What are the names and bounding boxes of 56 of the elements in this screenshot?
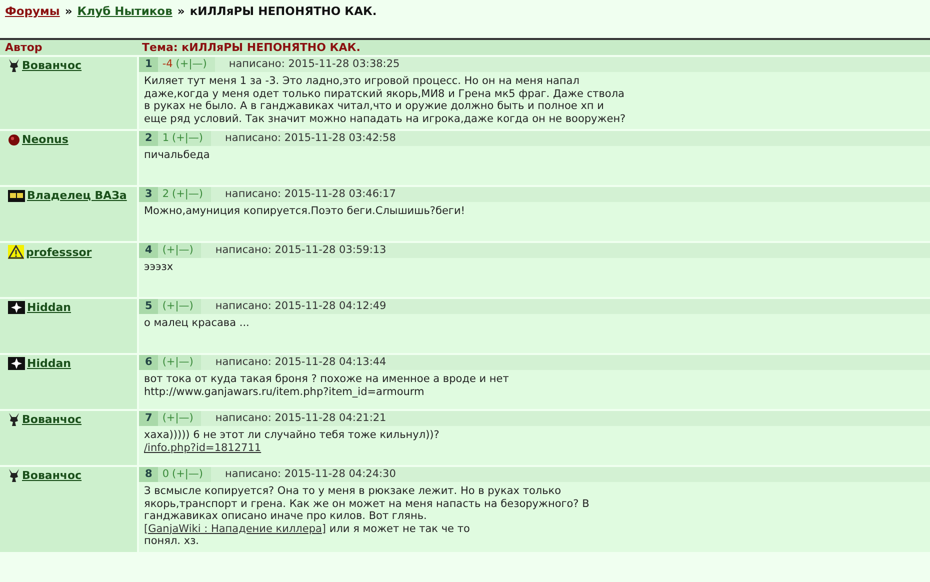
post-text: Киляет тут меня 1 за -3. Это ладно,это игровой процесс. Но он на меня напал даже,когда у меня одет только пиратский якорь,МИ8 и Грена мк5 фраг. Даже ствола в руках не было. А в ганджавиках читал,что и оружие должно быть и полное хп и еще ряд условий. Так значит можно нападать на игрока,даже когда он не вооружен? xyxy=(144,75,626,125)
post-text: http://www.ganjawars.ru/item.php?item_id=armourm xyxy=(144,386,426,398)
cross-icon xyxy=(8,357,25,370)
post-number: 2 xyxy=(139,131,158,146)
breadcrumb-link[interactable]: Форумы xyxy=(5,4,60,30)
username-link[interactable]: Владелец ВАЗа xyxy=(27,189,127,202)
username-link[interactable]: Hiddan xyxy=(27,301,71,314)
rating-value: 1 xyxy=(162,131,169,146)
post-date: написано: 2015-11-28 04:21:21 xyxy=(214,411,386,426)
username-link[interactable]: Hiddan xyxy=(27,357,71,370)
figure-icon xyxy=(8,59,20,72)
ball-icon xyxy=(8,134,20,146)
plate-icon xyxy=(8,190,25,202)
post-number: 3 xyxy=(139,187,158,202)
post-number: 6 xyxy=(139,355,158,370)
username-link[interactable]: professsor xyxy=(26,246,92,258)
post-text: вот тока от куда такая броня ? похоже на именное а вроде и нет xyxy=(144,373,510,386)
post-link[interactable]: /info.php?id=1812711 xyxy=(144,442,262,454)
post-date: написано: 2015-11-28 04:24:30 xyxy=(224,467,396,482)
cross-icon xyxy=(8,301,25,314)
warning-icon xyxy=(8,245,24,259)
post-number: 8 xyxy=(139,467,158,482)
username-link[interactable]: Вованчос xyxy=(22,59,82,72)
post-number: 1 xyxy=(139,57,158,72)
topic-header: Тема: кИЛЛяРЫ НЕПОНЯТНО КАК. xyxy=(141,40,362,55)
figure-icon xyxy=(8,469,20,482)
figure-icon xyxy=(8,413,20,426)
breadcrumb-separator: » xyxy=(177,4,185,20)
column-header: Автор xyxy=(4,40,44,55)
post-number: 7 xyxy=(139,411,158,426)
post-text: Можно,амуниция копируется.Поэто беги.Слышишь?беги! xyxy=(144,205,466,218)
post-date: написано: 2015-11-28 03:38:25 xyxy=(228,57,400,72)
post-text: пичальбеда xyxy=(144,149,211,162)
username-link[interactable]: Вованчос xyxy=(22,413,82,426)
rating-value: 0 xyxy=(162,467,169,482)
post-text: понял. хз. xyxy=(144,535,200,548)
rating-value: 2 xyxy=(162,187,169,202)
post-date: написано: 2015-11-28 03:46:17 xyxy=(224,187,396,202)
post-date: написано: 2015-11-28 03:59:13 xyxy=(214,243,386,258)
post-number: 4 xyxy=(139,243,158,258)
post-text: о малец красава ... xyxy=(144,317,250,330)
breadcrumb-link[interactable]: Клуб Нытиков xyxy=(77,4,172,30)
post-number: 5 xyxy=(139,299,158,314)
post-text: эээзх xyxy=(144,261,174,274)
post-text: хаха))))) 6 не этот ли случайно тебя тоже кильнул))? xyxy=(144,429,440,442)
post-date: написано: 2015-11-28 03:42:58 xyxy=(224,131,396,146)
post-link[interactable]: [GanjaWiki : Нападение киллера] xyxy=(144,522,326,534)
breadcrumb-current: кИЛЛяРЫ НЕПОНЯТНО КАК. xyxy=(190,4,377,20)
post-text: [GanjaWiki : Нападение киллера] или я может не так че то xyxy=(144,522,471,535)
post-date: написано: 2015-11-28 04:12:49 xyxy=(214,299,386,314)
rating-value: -4 xyxy=(162,57,173,72)
breadcrumb-separator: » xyxy=(64,4,72,20)
username-link[interactable]: Вованчос xyxy=(22,469,82,482)
post-text: З всмысле копируется? Она то у меня в рюкзаке лежит. Но в руках только якорь,транспорт и грена. Как же он может на меня напасть на безоружного? В ганджавиках описано иначе про килов. Вот глянь. xyxy=(144,485,590,522)
post-date: написано: 2015-11-28 04:13:44 xyxy=(214,355,386,370)
username-link[interactable]: Neonus xyxy=(22,133,68,146)
